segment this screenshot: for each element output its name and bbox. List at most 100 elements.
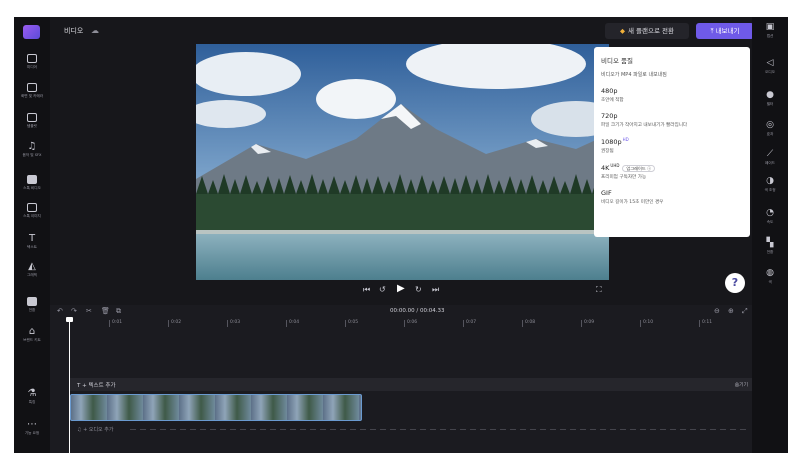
timeline: ↶ ↷ ✂ 🗑 ⧉ 00:00.00 / 00:04.33 ⊖ ⊕ ⤢ 0:01… <box>50 305 752 453</box>
feature-request-icon: ⋯ <box>27 419 37 430</box>
upgrade-plan-label: 새 플랜으로 전환 <box>628 27 674 35</box>
text-track[interactable]: T + 텍스트 추가 숨기기 <box>70 378 752 391</box>
rightbar-item-label: 속도 <box>766 220 774 224</box>
sidebar-item-label: 음악 및 SFX <box>22 153 42 157</box>
right-sidebar: ▣ 캡션 ◁ 오디오 ● 필터 ◎ 효과 ⟋ 페이드 ◑ 색 조정 ◔ 속도 ▚ <box>752 17 788 453</box>
ruler-tick: 0:04 <box>286 320 299 327</box>
export-option-480p[interactable]: 480p 초안에 적합 <box>601 87 743 103</box>
effects-icon: ◎ <box>766 120 774 130</box>
skip-start-icon[interactable]: ⏮ <box>363 285 370 295</box>
sidebar-item-label: 텍스트 <box>27 245 37 249</box>
ruler-tick: 0:08 <box>522 320 535 327</box>
sidebar-item-label: 스톡 비디오 <box>23 186 41 190</box>
stock-image-icon <box>27 203 37 212</box>
upgrade-plan-button[interactable]: ◆ 새 플랜으로 전환 <box>605 23 689 39</box>
rightbar-item-label: 오디오 <box>765 70 775 74</box>
video-preview[interactable] <box>196 44 609 280</box>
rightbar-item-filters[interactable]: ● 필터 <box>752 91 788 107</box>
sidebar-item-label: 그래픽 <box>27 273 37 277</box>
audio-icon: ◁ <box>766 58 774 68</box>
rightbar-item-audio[interactable]: ◁ 오디오 <box>752 58 788 75</box>
export-option-720p[interactable]: 720p 파일 크기가 작아지고 내보내기가 빨라집니다 <box>601 112 743 128</box>
sidebar-item-stock-video[interactable]: 스톡 비디오 <box>14 175 50 190</box>
sidebar-item-graphics[interactable]: ◭ 그래픽 <box>14 261 50 278</box>
fit-icon[interactable]: ⤢ <box>742 307 748 316</box>
rightbar-item-palette[interactable]: ◍ 색 <box>752 268 788 285</box>
skip-end-icon[interactable]: ⏭ <box>432 285 439 295</box>
zoom-in-icon[interactable]: ⊕ <box>728 307 734 315</box>
export-option-1080p[interactable]: 1080pHD 권장됨 <box>601 137 743 154</box>
brand-kit-icon: ⌂ <box>28 326 36 337</box>
option-description: 프리미엄 구독자만 가능 <box>601 175 647 181</box>
speed-icon: ◔ <box>766 208 774 218</box>
duplicate-icon[interactable]: ⧉ <box>116 307 121 316</box>
sidebar-item-brand-kit[interactable]: ⌂ 브랜드 키트 <box>14 326 50 343</box>
sidebar-item-text[interactable]: T 텍스트 <box>14 234 50 250</box>
rightbar-item-label: 색 조정 <box>764 188 776 192</box>
hide-track-button[interactable]: 숨기기 <box>735 381 748 388</box>
rewind-icon[interactable]: ↺ <box>379 285 386 294</box>
rightbar-item-color[interactable]: ◑ 색 조정 <box>752 177 788 193</box>
rightbar-item-effects[interactable]: ◎ 효과 <box>752 120 788 137</box>
option-resolution: GIF <box>601 189 612 198</box>
rightbar-item-label: 페이드 <box>765 161 775 165</box>
ruler-tick: 0:11 <box>699 320 712 327</box>
rightbar-item-speed[interactable]: ◔ 속도 <box>752 208 788 225</box>
features-icon: ⚗ <box>27 388 37 399</box>
export-quality-menu: 비디오 품질 비디오가 MP4 파일로 내보내짐 480p 초안에 적합 720… <box>594 47 750 237</box>
preview-image <box>196 44 609 280</box>
project-title[interactable]: 비디오 <box>64 26 83 36</box>
undo-icon[interactable]: ↶ <box>57 307 63 315</box>
sidebar-item-feature-request[interactable]: ⋯ 기능 요청 <box>14 419 50 436</box>
clipchamp-editor: 미디어 화면 및 카메라 템플릿 ♫ 음악 및 SFX 스톡 비디오 스톡 이미… <box>14 17 788 453</box>
play-icon[interactable]: ▶ <box>397 283 405 294</box>
ruler-tick: 0:02 <box>168 320 181 327</box>
help-button[interactable]: ? <box>725 273 745 293</box>
sidebar-item-stock-image[interactable]: 스톡 이미지 <box>14 203 50 218</box>
cut-icon[interactable]: ✂ <box>86 307 92 315</box>
option-description: 초안에 적합 <box>601 98 624 103</box>
export-label: 내보내기 <box>715 27 740 35</box>
export-option-gif[interactable]: GIF 비디오 길이가 15초 미만인 경우 <box>601 189 743 205</box>
ruler-tick: 0:09 <box>581 320 594 327</box>
rightbar-item-label: 색 <box>768 280 772 284</box>
graphics-icon: ◭ <box>28 261 36 272</box>
option-description: 파일 크기가 작아지고 내보내기가 빨라집니다 <box>601 123 688 128</box>
app-logo[interactable] <box>23 25 40 39</box>
sidebar-item-label: 스톡 이미지 <box>23 214 41 218</box>
add-text-label[interactable]: T + 텍스트 추가 <box>77 381 116 389</box>
option-description: 비디오 길이가 15초 미만인 경우 <box>601 200 664 206</box>
sidebar-item-templates[interactable]: 템플릿 <box>14 113 50 128</box>
templates-icon <box>27 113 37 122</box>
rightbar-item-fade[interactable]: ⟋ 페이드 <box>752 150 788 166</box>
top-bar: 비디오 ☁ ◆ 새 플랜으로 전환 ⤒ 내보내기 <box>50 17 754 45</box>
sidebar-item-features[interactable]: ⚗ 특징 <box>14 388 50 405</box>
sidebar-item-record[interactable]: 화면 및 카메라 <box>14 83 50 98</box>
captions-icon: ▣ <box>765 22 775 32</box>
delete-icon[interactable]: 🗑 <box>101 307 110 315</box>
folder-icon <box>27 54 37 63</box>
export-button[interactable]: ⤒ 내보내기 <box>696 23 754 39</box>
timeline-ruler[interactable]: 0:01 0:02 0:03 0:04 0:05 0:06 0:07 0:08 … <box>50 320 752 330</box>
ruler-tick: 0:01 <box>109 320 122 327</box>
palette-icon: ◍ <box>766 268 774 278</box>
forward-icon[interactable]: ↻ <box>415 285 422 294</box>
playhead[interactable] <box>69 319 70 453</box>
option-resolution: 1080p <box>601 138 622 147</box>
fullscreen-icon[interactable]: ⛶ <box>596 285 602 295</box>
rightbar-item-captions[interactable]: ▣ 캡션 <box>752 22 788 39</box>
option-description: 권장됨 <box>601 149 614 155</box>
sidebar-item-media[interactable]: 미디어 <box>14 54 50 69</box>
sidebar-item-label: 브랜드 키트 <box>23 338 41 342</box>
upgrade-badge[interactable]: 업그레이드 ⓘ <box>622 165 656 173</box>
redo-icon[interactable]: ↷ <box>71 307 77 315</box>
rightbar-item-transition[interactable]: ▚ 전환 <box>752 239 788 255</box>
add-audio-label[interactable]: ♫ + 오디오 추가 <box>77 426 113 433</box>
video-clip[interactable] <box>70 394 362 421</box>
ruler-tick: 0:03 <box>227 320 240 327</box>
zoom-out-icon[interactable]: ⊖ <box>714 307 720 315</box>
audio-track[interactable]: ♫ + 오디오 추가 <box>70 424 752 435</box>
export-option-4k[interactable]: 4KUHD업그레이드 ⓘ 프리미엄 구독자만 가능 <box>601 163 743 180</box>
ruler-tick: 0:05 <box>345 320 358 327</box>
sidebar-item-music[interactable]: ♫ 음악 및 SFX <box>14 142 50 158</box>
